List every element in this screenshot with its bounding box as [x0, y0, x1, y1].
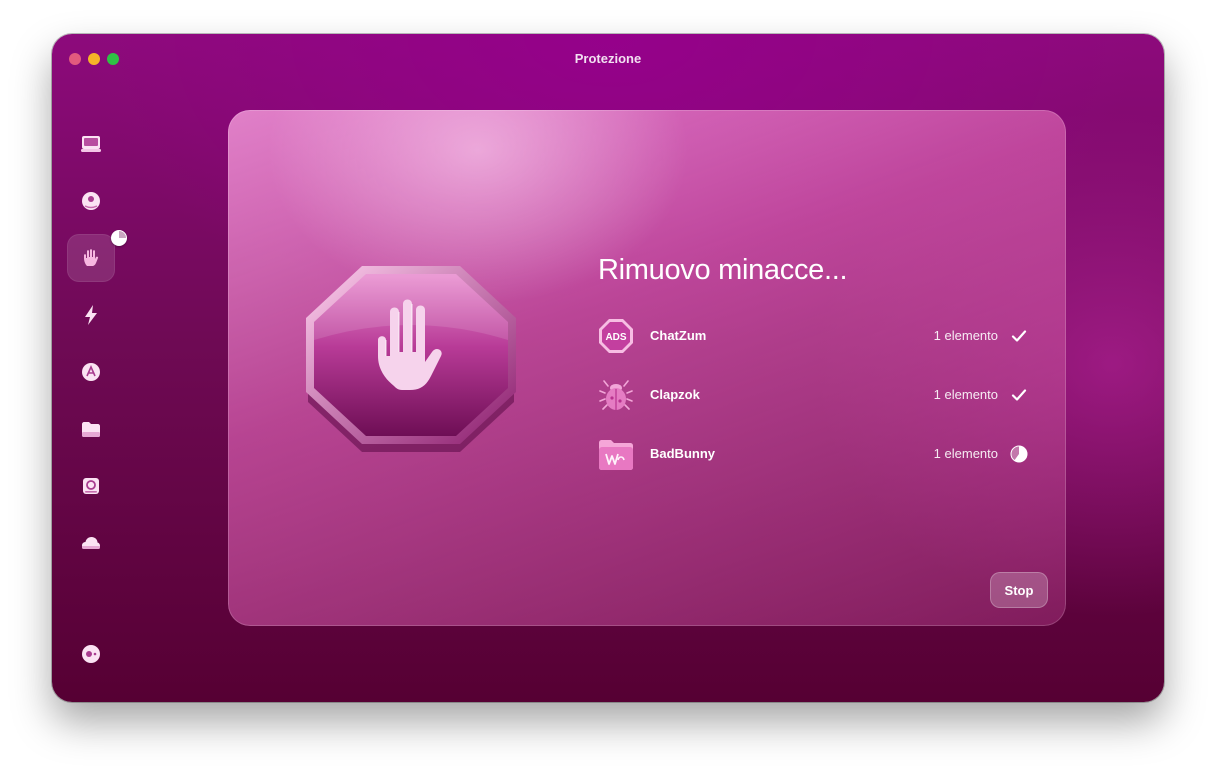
folder-w-icon — [599, 440, 633, 470]
stop-button[interactable]: Stop — [990, 572, 1048, 608]
cloud-icon — [82, 537, 100, 549]
sidebar-item-space-lens[interactable] — [67, 462, 115, 510]
ads-badge-text: ADS — [605, 332, 626, 343]
sidebar-footer-assistant[interactable] — [67, 630, 115, 678]
stop-hand-hero-icon — [306, 266, 516, 452]
checkmark-icon — [1011, 389, 1027, 401]
status-heading: Rimuovo minacce... — [598, 254, 848, 286]
bug-icon — [599, 380, 633, 410]
hand-stop-icon — [84, 249, 99, 266]
threat-row: BadBunny 1 elemento — [598, 434, 1028, 474]
applications-icon — [82, 363, 100, 381]
checkmark-icon — [1011, 330, 1027, 342]
disk-search-icon — [83, 478, 99, 494]
progress-badge — [111, 230, 127, 246]
lightning-icon — [85, 305, 97, 325]
folder-icon — [82, 422, 100, 437]
sidebar-item-speed[interactable] — [67, 291, 115, 339]
app-window: Protezione Rimuovo minacce... ADS ChatZu… — [52, 34, 1164, 702]
sidebar-item-applications[interactable] — [67, 348, 115, 396]
threat-row: ADS ChatZum 1 elemento — [598, 316, 1028, 356]
sidebar-item-protection[interactable] — [67, 230, 127, 282]
sidebar-item-files[interactable] — [67, 405, 115, 453]
monitor-icon — [81, 136, 101, 152]
window-title: Protezione — [574, 51, 642, 66]
main-panel: Rimuovo minacce... ADS ChatZum 1 element… — [228, 110, 1066, 626]
threat-name: BadBunny — [650, 446, 715, 461]
threat-count: 1 elemento — [933, 387, 998, 402]
threat-name: ChatZum — [650, 328, 707, 343]
threat-name: Clapzok — [650, 387, 700, 402]
privacy-ball-icon — [82, 192, 100, 210]
pie-progress-icon — [112, 231, 126, 245]
sidebar — [52, 82, 130, 702]
threat-count: 1 elemento — [933, 446, 998, 461]
threat-row: Clapzok 1 elemento — [598, 375, 1028, 415]
title-bar: Protezione — [52, 34, 1164, 82]
sidebar-item-cloud[interactable] — [67, 519, 115, 567]
progress-pie-icon — [1010, 445, 1028, 463]
ads-badge-icon: ADS — [599, 319, 633, 353]
assistant-icon — [82, 645, 100, 663]
sidebar-item-privacy[interactable] — [67, 177, 115, 225]
sidebar-item-cleanup[interactable] — [67, 120, 115, 168]
threat-count: 1 elemento — [933, 328, 998, 343]
